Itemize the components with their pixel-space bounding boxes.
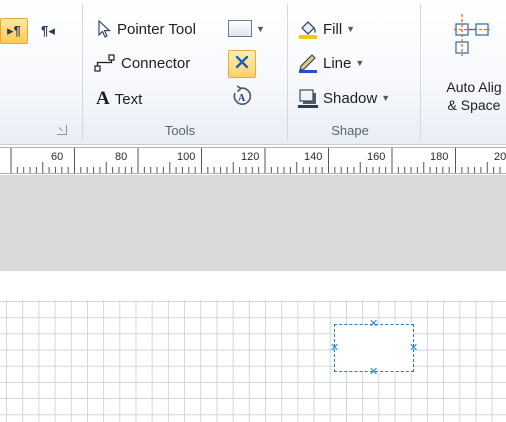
drawing-grid — [0, 300, 506, 422]
ruler-label: 60 — [51, 151, 64, 163]
left-to-right-text-button[interactable]: ▸¶ — [0, 18, 28, 44]
rectangle-icon — [228, 20, 252, 37]
connector-label: Connector — [121, 54, 191, 72]
ruler-label: 120 — [241, 151, 260, 163]
pointer-tool-button[interactable]: Pointer Tool — [96, 20, 196, 38]
paragraph-dialog-launcher[interactable] — [57, 125, 67, 135]
drawing-page[interactable] — [0, 271, 506, 422]
fill-label: Fill — [323, 20, 343, 38]
ruler-label: 20 — [494, 151, 506, 163]
right-to-left-icon: ¶◂ — [41, 23, 55, 38]
pointer-tool-label: Pointer Tool — [117, 20, 196, 38]
line-dropdown-button[interactable]: Line ▼ — [298, 53, 364, 73]
auto-align-icon — [454, 12, 490, 61]
shadow-label: Shadow — [323, 89, 378, 107]
ruler-label: 160 — [367, 151, 386, 163]
ruler-label: 100 — [177, 151, 196, 163]
connection-point-handle[interactable]: ✕ — [369, 319, 378, 330]
selected-rectangle-shape[interactable] — [334, 324, 414, 372]
group-separator — [287, 4, 288, 140]
connector-button[interactable]: Connector — [94, 53, 190, 73]
shadow-dropdown-button[interactable]: Shadow ▼ — [298, 88, 390, 108]
connection-point-handle[interactable]: ✕ — [330, 343, 339, 354]
pencil-line-icon — [298, 53, 318, 73]
connection-point-handle[interactable]: ✕ — [369, 367, 378, 378]
text-tool-button[interactable]: A Text — [96, 88, 142, 110]
text-tool-label: Text — [114, 90, 143, 108]
rectangle-shape-dropdown[interactable]: ▼ — [228, 20, 265, 37]
connector-icon — [94, 53, 116, 73]
connection-point-tool-button[interactable] — [228, 50, 256, 78]
chevron-down-icon: ▼ — [256, 23, 265, 34]
chevron-down-icon: ▼ — [346, 24, 356, 34]
fill-dropdown-button[interactable]: Fill ▼ — [298, 19, 355, 39]
group-separator — [82, 4, 83, 140]
connection-point-handle[interactable]: ✕ — [409, 343, 418, 354]
ruler-label: 140 — [304, 151, 323, 163]
left-to-right-icon: ▸¶ — [7, 23, 21, 38]
chevron-down-icon: ▼ — [355, 58, 365, 68]
pointer-arrow-icon — [96, 20, 112, 38]
line-label: Line — [323, 54, 352, 72]
ribbon: ▸¶ ¶◂ Pointer Tool ▼ Connector A Text A … — [0, 0, 506, 145]
shape-group-label: Shape — [331, 123, 369, 138]
canvas-background — [0, 175, 506, 271]
ruler-label: 180 — [430, 151, 449, 163]
ruler-label: 80 — [115, 151, 128, 163]
horizontal-ruler[interactable]: 60 80 100 120 140 160 180 20 — [0, 147, 506, 174]
tools-group-label: Tools — [164, 123, 196, 138]
auto-align-label: Auto Alig & Space — [446, 79, 502, 113]
text-a-icon: A — [96, 88, 110, 109]
rotate-text-button[interactable]: A — [230, 84, 254, 112]
right-to-left-text-button[interactable]: ¶◂ — [36, 18, 60, 44]
svg-text:A: A — [238, 93, 246, 104]
chevron-down-icon: ▼ — [381, 93, 391, 103]
paint-bucket-icon — [298, 19, 318, 39]
group-separator — [420, 4, 421, 140]
rotate-text-icon: A — [231, 84, 253, 112]
shadow-icon — [298, 88, 318, 108]
close-x-icon — [234, 54, 250, 75]
